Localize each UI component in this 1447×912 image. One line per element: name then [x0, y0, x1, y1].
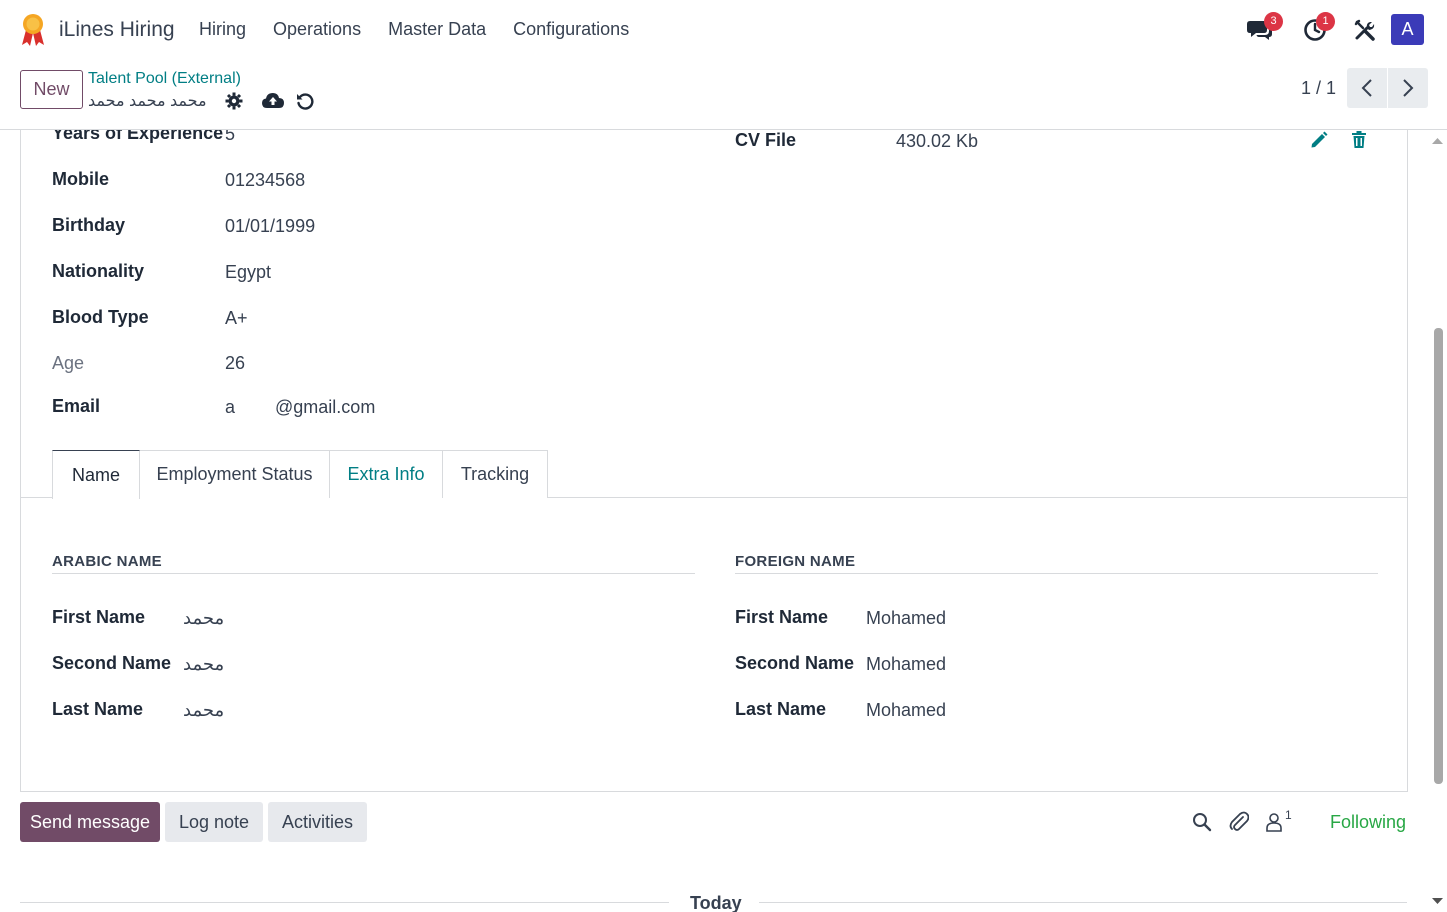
tab-employment-status[interactable]: Employment Status [139, 450, 330, 498]
scroll-up-arrow-icon[interactable] [1432, 137, 1443, 145]
arabic-second-name-label: Second Name [52, 653, 172, 673]
field-value-nationality[interactable]: Egypt [225, 262, 271, 283]
save-button[interactable] [262, 91, 284, 111]
paperclip-icon [1229, 811, 1249, 831]
today-divider-left [20, 902, 669, 903]
breadcrumb-parent[interactable]: Talent Pool (External) [88, 70, 241, 88]
menu-operations[interactable]: Operations [273, 19, 361, 40]
foreign-second-name-value[interactable]: Mohamed [866, 654, 946, 675]
foreign-first-name-value[interactable]: Mohamed [866, 608, 946, 629]
chevron-left-icon [1361, 79, 1372, 97]
today-separator: Today [690, 893, 742, 912]
menu-hiring[interactable]: Hiring [199, 19, 246, 40]
menu-configurations[interactable]: Configurations [513, 19, 629, 40]
field-value-birthday[interactable]: 01/01/1999 [225, 216, 315, 237]
arabic-last-name-value[interactable]: محمد [183, 700, 224, 721]
trash-icon [1352, 131, 1366, 148]
main-menu: Hiring Operations Master Data Configurat… [199, 19, 656, 40]
foreign-second-name-label: Second Name [735, 653, 855, 673]
arabic-name-title: ARABIC NAME [52, 553, 162, 570]
new-button[interactable]: New [20, 70, 83, 109]
field-value-blood-type[interactable]: A+ [225, 308, 248, 329]
activities-button-chatter[interactable]: Activities [268, 802, 367, 842]
tab-name[interactable]: Name [52, 450, 140, 499]
activities-badge: 1 [1316, 12, 1335, 31]
form-sheet: Years of Experience 5 Mobile 01234568 Bi… [20, 130, 1408, 792]
field-value-mobile[interactable]: 01234568 [225, 170, 305, 191]
field-label-age: Age [52, 353, 85, 373]
messages-badge: 3 [1264, 12, 1283, 31]
pager-value[interactable]: 1 / 1 [1301, 78, 1336, 99]
top-navbar: iLines Hiring Hiring Operations Master D… [0, 0, 1447, 60]
pager-previous-button[interactable] [1347, 68, 1387, 108]
foreign-last-name-label: Last Name [735, 699, 827, 719]
field-value-years-experience[interactable]: 5 [225, 130, 235, 145]
user-avatar[interactable]: A [1391, 14, 1424, 45]
cloud-upload-icon [262, 93, 284, 108]
debug-tools-button[interactable] [1351, 16, 1379, 44]
menu-master-data[interactable]: Master Data [388, 19, 486, 40]
field-label-years-experience: Years of Experience [52, 130, 224, 143]
foreign-name-title: FOREIGN NAME [735, 553, 856, 570]
field-label-cv-file: CV File [735, 130, 797, 150]
chevron-right-icon [1403, 79, 1414, 97]
pencil-icon [1311, 131, 1328, 148]
pager-next-button[interactable] [1388, 68, 1428, 108]
app-logo-icon[interactable] [18, 12, 48, 46]
field-label-blood-type: Blood Type [52, 307, 149, 327]
today-divider-right [759, 902, 1407, 903]
edit-cv-button[interactable] [1310, 131, 1330, 151]
arabic-first-name-value[interactable]: محمد [183, 608, 224, 629]
following-button[interactable]: Following [1330, 812, 1406, 833]
field-label-nationality: Nationality [52, 261, 145, 281]
log-note-button[interactable]: Log note [165, 802, 263, 842]
field-label-email: Email [52, 396, 101, 416]
scrollbar-thumb[interactable] [1434, 328, 1443, 784]
foreign-name-divider [735, 573, 1378, 574]
notebook-tabs: Name Employment Status Extra Info Tracki… [21, 450, 1407, 499]
record-actions-button[interactable] [224, 91, 244, 111]
field-value-email[interactable]: a @gmail.com [225, 397, 375, 418]
search-icon [1193, 813, 1212, 832]
field-label-birthday: Birthday [52, 215, 126, 235]
foreign-first-name-label: First Name [735, 607, 829, 627]
control-panel: New Talent Pool (External) محمد محمد محم… [0, 60, 1447, 130]
tab-extra-info[interactable]: Extra Info [329, 450, 443, 498]
discard-button[interactable] [295, 91, 315, 111]
tab-tracking[interactable]: Tracking [442, 450, 548, 498]
delete-cv-button[interactable] [1351, 131, 1371, 151]
undo-icon [297, 93, 314, 110]
arabic-second-name-value[interactable]: محمد [183, 654, 224, 675]
app-name[interactable]: iLines Hiring [59, 18, 175, 42]
scroll-down-arrow-icon[interactable] [1432, 897, 1443, 905]
send-message-button[interactable]: Send message [20, 802, 160, 842]
breadcrumb-current: محمد محمد محمد [88, 93, 207, 110]
followers-button[interactable] [1262, 810, 1286, 834]
field-value-age: 26 [225, 353, 246, 373]
followers-count: 1 [1285, 808, 1292, 822]
gear-icon [225, 92, 243, 110]
arabic-first-name-label: First Name [52, 607, 146, 627]
user-icon [1266, 813, 1282, 832]
search-messages-button[interactable] [1190, 810, 1214, 834]
field-label-mobile: Mobile [52, 169, 109, 189]
foreign-last-name-value[interactable]: Mohamed [866, 700, 946, 721]
arabic-name-divider [52, 573, 695, 574]
attachments-button[interactable] [1227, 810, 1251, 834]
field-value-cv-file[interactable]: 430.02 Kb [896, 131, 978, 152]
tools-icon [1354, 19, 1375, 41]
arabic-last-name-label: Last Name [52, 699, 144, 719]
